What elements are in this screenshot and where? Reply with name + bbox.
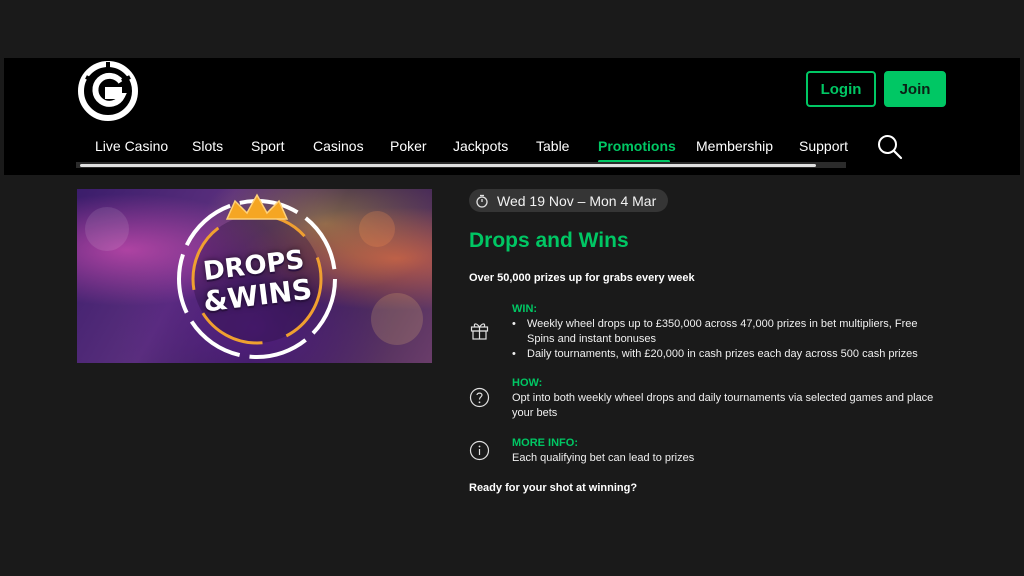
search-icon[interactable] [877, 134, 903, 160]
nav-item-jackpots[interactable]: Jackpots [453, 138, 508, 154]
date-range-badge: Wed 19 Nov – Mon 4 Mar [469, 189, 668, 212]
g-logo-icon[interactable] [77, 60, 139, 122]
nav-item-sport[interactable]: Sport [251, 138, 284, 154]
stopwatch-icon [476, 194, 488, 208]
win-label: WIN: [512, 303, 538, 315]
login-button[interactable]: Login [806, 71, 876, 107]
main-nav: Live Casino Slots Sport Casinos Poker Ja… [4, 130, 864, 166]
nav-item-support[interactable]: Support [799, 138, 848, 154]
list-item: • Weekly wheel drops up to £350,000 acro… [512, 317, 942, 347]
info-icon [469, 440, 490, 461]
nav-item-poker[interactable]: Poker [390, 138, 427, 154]
nav-item-slots[interactable]: Slots [192, 138, 223, 154]
list-item: • Daily tournaments, with £20,000 in cas… [512, 347, 942, 362]
nav-scrollbar-thumb[interactable] [80, 164, 816, 167]
question-icon [469, 387, 490, 408]
more-info-label: MORE INFO: [512, 437, 578, 449]
nav-item-membership[interactable]: Membership [696, 138, 773, 154]
promo-subtitle: Over 50,000 prizes up for grabs every we… [469, 272, 695, 284]
nav-item-promotions[interactable]: Promotions [598, 138, 676, 154]
promo-title: Drops and Wins [469, 229, 629, 252]
promo-banner-image: DROPS &WINS [77, 189, 432, 363]
win-bullet-text: Weekly wheel drops up to £350,000 across… [527, 318, 918, 345]
bullet-dot: • [512, 348, 516, 360]
nav-item-casinos[interactable]: Casinos [313, 138, 364, 154]
how-label: HOW: [512, 377, 543, 389]
join-button[interactable]: Join [884, 71, 946, 107]
more-info-text: Each qualifying bet can lead to prizes [512, 452, 695, 464]
win-bullet-text: Daily tournaments, with £20,000 in cash … [527, 348, 918, 360]
nav-item-table[interactable]: Table [536, 138, 569, 154]
closing-text: Ready for your shot at winning? [469, 482, 638, 494]
nav-item-live-casino[interactable]: Live Casino [95, 138, 168, 154]
how-text: Opt into both weekly wheel drops and dai… [512, 392, 934, 419]
date-range-text: Wed 19 Nov – Mon 4 Mar [497, 192, 657, 209]
gift-icon [470, 323, 489, 340]
site-header: Login Join Live Casino Slots Sport Casin… [4, 58, 1020, 175]
win-bullets: • Weekly wheel drops up to £350,000 acro… [512, 317, 942, 362]
bullet-dot: • [512, 318, 516, 330]
